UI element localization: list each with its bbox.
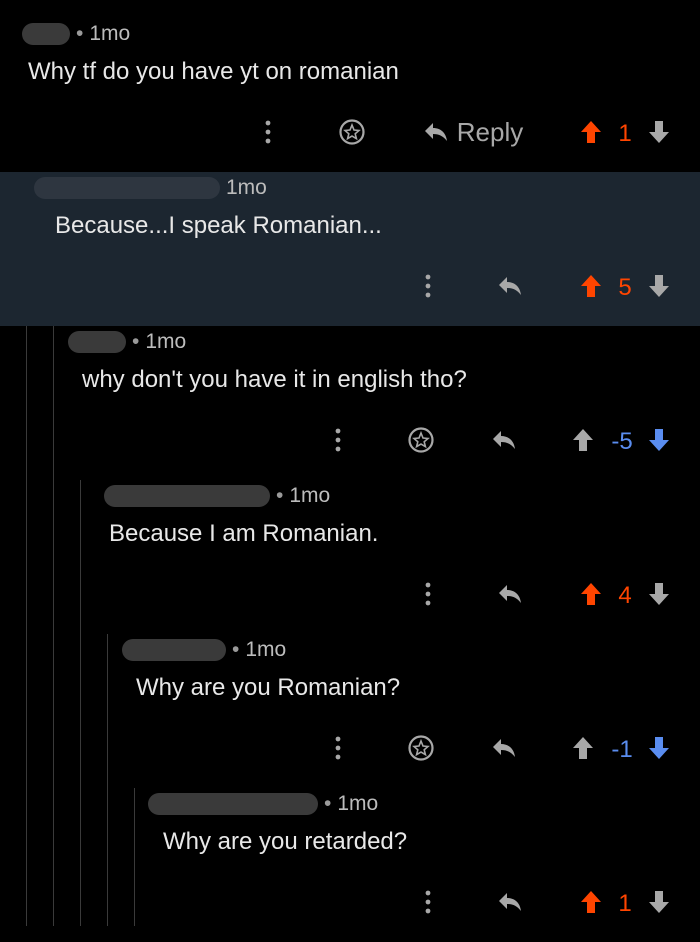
downvote-icon xyxy=(649,891,669,913)
comment-age: 1mo xyxy=(226,176,267,199)
comment-highlighted: 1mo Because...I speak Romanian... 5 xyxy=(0,172,700,326)
comment: • 1mo Because I am Romanian. 4 xyxy=(0,480,700,634)
comment-body: Why are you retarded? xyxy=(163,828,408,855)
award-icon xyxy=(339,119,365,145)
more-vertical-icon xyxy=(265,120,271,144)
vote-score: 5 xyxy=(618,274,632,301)
upvote-icon xyxy=(581,583,601,605)
comment-meta: • 1mo xyxy=(22,22,130,46)
comment: • 1mo Why are you retarded? 1 xyxy=(0,788,700,942)
downvote-icon xyxy=(649,121,669,143)
redacted-username[interactable] xyxy=(34,177,220,200)
downvote-button[interactable] xyxy=(645,579,673,609)
redacted-username[interactable] xyxy=(148,793,318,816)
downvote-icon xyxy=(649,429,669,451)
vote-score: -1 xyxy=(611,736,633,763)
vote-score: 4 xyxy=(618,582,632,609)
more-options-button[interactable] xyxy=(322,732,354,764)
reply-button[interactable] xyxy=(494,270,526,302)
more-options-button[interactable] xyxy=(412,578,444,610)
comment-age: 1mo xyxy=(89,22,131,45)
more-vertical-icon xyxy=(335,736,341,760)
reply-icon xyxy=(499,277,521,295)
downvote-button[interactable] xyxy=(645,117,673,147)
downvote-icon xyxy=(649,737,669,759)
upvote-button[interactable] xyxy=(577,271,605,301)
reply-icon xyxy=(493,739,515,757)
award-icon xyxy=(408,427,434,453)
comment-meta: • 1mo xyxy=(148,792,378,816)
more-options-button[interactable] xyxy=(412,886,444,918)
reply-button[interactable] xyxy=(488,424,520,456)
award-button[interactable] xyxy=(336,116,368,148)
redacted-username[interactable] xyxy=(104,485,270,508)
upvote-button[interactable] xyxy=(577,579,605,609)
upvote-icon xyxy=(573,429,593,451)
more-vertical-icon xyxy=(425,582,431,606)
redacted-username[interactable] xyxy=(122,639,226,662)
downvote-icon xyxy=(649,583,669,605)
downvote-icon xyxy=(649,275,669,297)
award-button[interactable] xyxy=(405,732,437,764)
upvote-icon xyxy=(581,891,601,913)
upvote-icon xyxy=(581,121,601,143)
reply-label: Reply xyxy=(456,116,524,147)
reply-button[interactable] xyxy=(488,732,520,764)
vote-score: 1 xyxy=(618,120,632,147)
vote-score: -5 xyxy=(611,428,633,455)
comment-age: 1mo xyxy=(145,330,187,353)
comment-body: Because I am Romanian. xyxy=(109,520,379,547)
upvote-button[interactable] xyxy=(577,117,605,147)
more-vertical-icon xyxy=(425,890,431,914)
comment: • 1mo Why are you Romanian? -1 xyxy=(0,634,700,788)
reply-button[interactable]: Reply xyxy=(418,113,528,151)
downvote-button[interactable] xyxy=(645,733,673,763)
comment-body: Why tf do you have yt on romanian xyxy=(28,58,399,85)
redacted-username[interactable] xyxy=(22,23,70,46)
more-options-button[interactable] xyxy=(412,270,444,302)
comment-body: Why are you Romanian? xyxy=(136,674,401,701)
comment-meta: 1mo xyxy=(34,176,267,200)
more-vertical-icon xyxy=(425,274,431,298)
more-options-button[interactable] xyxy=(322,424,354,456)
comment-body: Because...I speak Romanian... xyxy=(55,212,382,239)
more-options-button[interactable] xyxy=(252,116,284,148)
reply-icon xyxy=(424,123,447,141)
award-icon xyxy=(408,735,434,761)
comment: • 1mo why don't you have it in english th… xyxy=(0,326,700,480)
reply-icon xyxy=(499,893,521,911)
comment-meta: • 1mo xyxy=(104,484,330,508)
comment-meta: • 1mo xyxy=(122,638,286,662)
award-button[interactable] xyxy=(405,424,437,456)
comment: • 1mo Why tf do you have yt on romanian R… xyxy=(0,0,700,172)
upvote-button[interactable] xyxy=(569,425,597,455)
upvote-icon xyxy=(581,275,601,297)
comment-age: 1mo xyxy=(289,484,331,507)
comment-age: 1mo xyxy=(245,638,287,661)
comment-age: 1mo xyxy=(337,792,379,815)
upvote-icon xyxy=(573,737,593,759)
comment-meta: • 1mo xyxy=(68,330,186,354)
more-vertical-icon xyxy=(335,428,341,452)
upvote-button[interactable] xyxy=(569,733,597,763)
downvote-button[interactable] xyxy=(645,425,673,455)
vote-score: 1 xyxy=(618,890,632,917)
downvote-button[interactable] xyxy=(645,271,673,301)
reply-button[interactable] xyxy=(494,578,526,610)
reply-icon xyxy=(499,585,521,603)
upvote-button[interactable] xyxy=(577,887,605,917)
redacted-username[interactable] xyxy=(68,331,126,354)
reply-icon xyxy=(493,431,515,449)
downvote-button[interactable] xyxy=(645,887,673,917)
comment-body: why don't you have it in english tho? xyxy=(82,366,467,393)
reply-button[interactable] xyxy=(494,886,526,918)
